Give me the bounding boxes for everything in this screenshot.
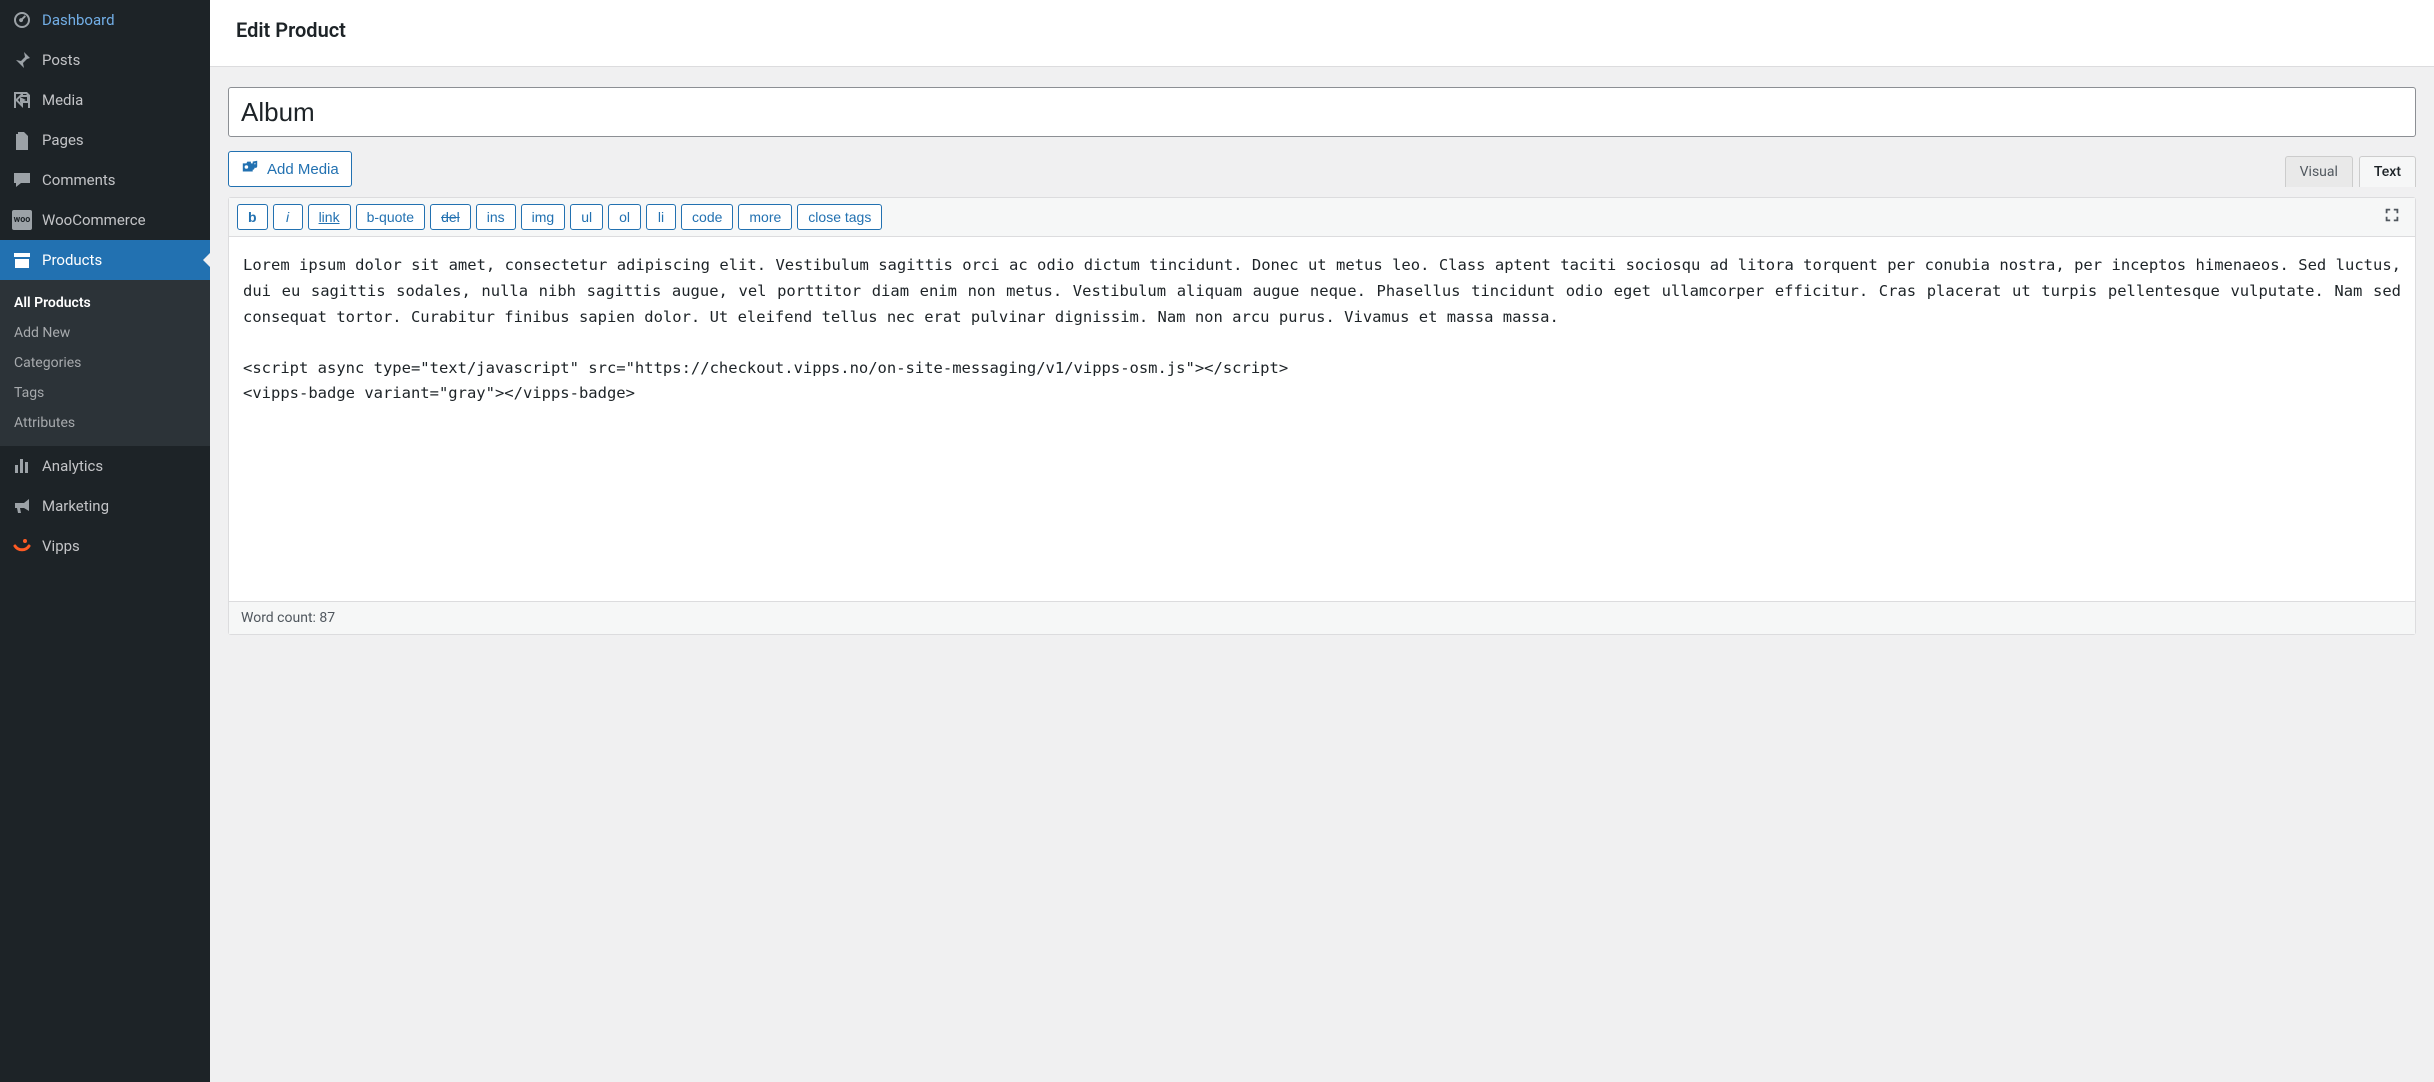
editor-tabs: Visual Text — [2285, 156, 2416, 187]
camera-music-icon — [241, 158, 259, 180]
media-icon — [12, 90, 32, 110]
quicktags-toolbar: b i link b-quote del ins img ul ol li co… — [229, 198, 2415, 237]
admin-sidebar: Dashboard Posts Media Pages Comments woo… — [0, 0, 210, 1082]
submenu-tags[interactable]: Tags — [0, 378, 210, 408]
tab-visual[interactable]: Visual — [2285, 156, 2353, 187]
qt-li[interactable]: li — [646, 204, 676, 230]
qt-code[interactable]: code — [681, 204, 733, 230]
sidebar-item-label: Vipps — [42, 537, 80, 555]
add-media-button[interactable]: Add Media — [228, 151, 352, 187]
products-submenu: All Products Add New Categories Tags Att… — [0, 280, 210, 446]
sidebar-item-products[interactable]: Products — [0, 240, 210, 280]
analytics-icon — [12, 456, 32, 476]
sidebar-item-label: Posts — [42, 51, 80, 69]
sidebar-item-pages[interactable]: Pages — [0, 120, 210, 160]
qt-img[interactable]: img — [521, 204, 566, 230]
submenu-categories[interactable]: Categories — [0, 348, 210, 378]
sidebar-item-label: Media — [42, 91, 83, 109]
sidebar-item-label: Pages — [42, 131, 84, 149]
pin-icon — [12, 50, 32, 70]
qt-link[interactable]: link — [308, 204, 351, 230]
product-title-input[interactable] — [228, 87, 2416, 137]
submenu-attributes[interactable]: Attributes — [0, 408, 210, 438]
editor-footer: Word count: 87 — [229, 601, 2415, 634]
editor-box: b i link b-quote del ins img ul ol li co… — [228, 197, 2416, 635]
sidebar-item-posts[interactable]: Posts — [0, 40, 210, 80]
qt-italic[interactable]: i — [273, 204, 303, 230]
submenu-add-new[interactable]: Add New — [0, 318, 210, 348]
page-title: Edit Product — [236, 18, 2408, 42]
sidebar-item-label: Analytics — [42, 457, 103, 475]
qt-bold[interactable]: b — [237, 204, 268, 230]
sidebar-item-label: Comments — [42, 171, 116, 189]
add-media-label: Add Media — [267, 161, 339, 178]
sidebar-item-label: Marketing — [42, 497, 109, 515]
qt-ul[interactable]: ul — [570, 204, 603, 230]
qt-ol[interactable]: ol — [608, 204, 641, 230]
sidebar-item-label: WooCommerce — [42, 211, 146, 229]
sidebar-item-comments[interactable]: Comments — [0, 160, 210, 200]
megaphone-icon — [12, 496, 32, 516]
pages-icon — [12, 130, 32, 150]
main-content: Edit Product Add Media Visual Text b — [210, 0, 2434, 1082]
sidebar-item-media[interactable]: Media — [0, 80, 210, 120]
sidebar-item-vipps[interactable]: Vipps — [0, 526, 210, 566]
qt-close-tags[interactable]: close tags — [797, 204, 882, 230]
qt-blockquote[interactable]: b-quote — [356, 204, 425, 230]
tab-text[interactable]: Text — [2359, 156, 2416, 187]
sidebar-item-dashboard[interactable]: Dashboard — [0, 0, 210, 40]
qt-del[interactable]: del — [430, 204, 471, 230]
dashboard-icon — [12, 10, 32, 30]
page-header: Edit Product — [210, 0, 2434, 67]
comments-icon — [12, 170, 32, 190]
content-textarea[interactable] — [229, 237, 2415, 597]
archive-icon — [12, 250, 32, 270]
word-count: Word count: 87 — [241, 610, 335, 626]
vipps-icon — [12, 536, 32, 556]
sidebar-item-marketing[interactable]: Marketing — [0, 486, 210, 526]
sidebar-item-woocommerce[interactable]: woo WooCommerce — [0, 200, 210, 240]
qt-ins[interactable]: ins — [476, 204, 516, 230]
submenu-all-products[interactable]: All Products — [0, 288, 210, 318]
fullscreen-icon[interactable] — [2383, 206, 2407, 228]
sidebar-item-analytics[interactable]: Analytics — [0, 446, 210, 486]
sidebar-item-label: Products — [42, 251, 102, 269]
qt-more[interactable]: more — [738, 204, 792, 230]
sidebar-item-label: Dashboard — [42, 11, 115, 29]
woocommerce-icon: woo — [12, 210, 32, 230]
